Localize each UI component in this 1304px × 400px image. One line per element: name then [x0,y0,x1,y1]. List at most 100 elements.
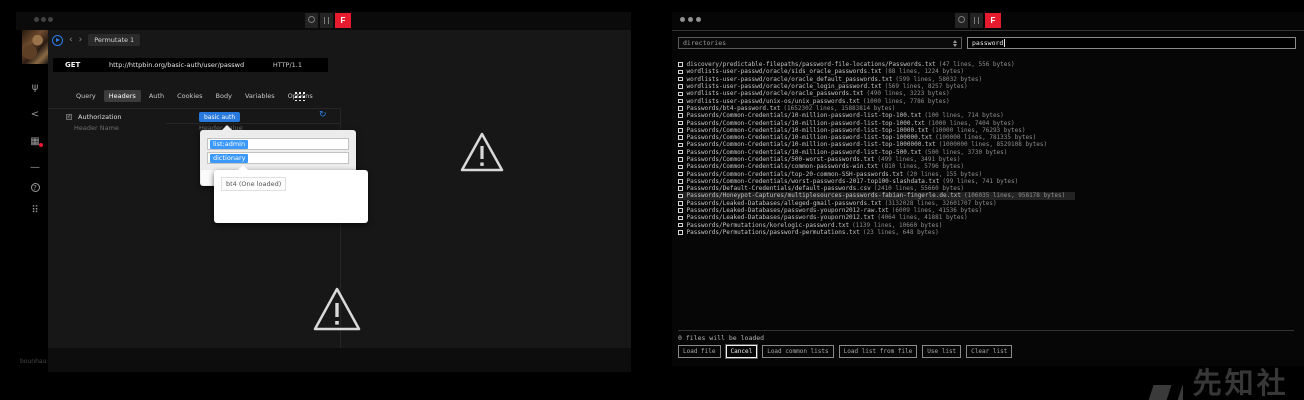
checkbox-icon[interactable] [678,91,683,97]
help-icon[interactable]: ? [22,182,48,193]
file-row[interactable]: Passwords/Common-Credentials/500-worst-p… [678,156,970,163]
checkbox-icon[interactable] [678,98,683,104]
dialog-button[interactable]: Load common lists [762,345,834,358]
checkbox-icon[interactable] [678,179,683,184]
dialog-button[interactable]: Use list [922,345,962,358]
text-cursor [1004,39,1006,47]
directory-filter-select[interactable]: directories [678,37,962,49]
request-tab[interactable]: Cookies [172,90,207,102]
dialog-button[interactable]: Load file [678,345,721,358]
file-row[interactable]: Passwords/Common-Credentials/worst-passw… [678,178,1028,185]
checkbox-icon[interactable] [678,230,683,235]
request-tab-chip[interactable]: Permutate 1 [88,34,141,46]
checkbox-icon[interactable] [678,222,683,228]
gear-icon-button[interactable] [305,13,318,28]
checkbox-icon[interactable] [678,135,683,140]
password-field[interactable]: dictionary [207,152,349,164]
request-tab[interactable]: Variables [240,90,280,102]
nav-back-icon[interactable]: ‹ [69,34,73,46]
proxy-extension-button[interactable]: F [335,13,351,28]
file-path: Passwords/Common-Credentials/10-million-… [686,112,922,120]
antenna-icon[interactable]: ψ [22,82,48,93]
checkbox-icon[interactable] [678,120,683,126]
checkbox-icon[interactable] [678,171,683,177]
http-method[interactable]: GET [65,61,80,69]
collapse-icon[interactable]: — [22,162,48,173]
suggestion-item[interactable]: bt4 (One loaded) [221,177,287,191]
share-icon[interactable]: < [22,109,48,120]
checkbox-icon[interactable] [678,69,683,75]
header-enabled-checkbox[interactable]: ✓ [66,114,72,120]
dialog-button[interactable]: Cancel [725,345,758,358]
checkbox-icon[interactable] [678,62,683,67]
checkbox-icon[interactable] [678,215,683,221]
file-row[interactable]: Passwords/Common-Credentials/10-million-… [678,141,1057,148]
checkbox-icon[interactable] [678,142,683,148]
checkbox-icon[interactable] [678,113,683,118]
file-row[interactable]: Passwords/Common-Credentials/common-pass… [678,163,974,170]
proxy-extension-button[interactable]: F [985,13,1001,28]
file-row[interactable]: wordlists-user-passwd/oracle/oracle_pass… [678,90,960,97]
checkbox-icon[interactable] [678,186,683,191]
traffic-light-minimize[interactable] [41,17,46,22]
dialog-button[interactable]: Clear list [966,345,1013,358]
file-row[interactable]: Passwords/Common-Credentials/10-million-… [678,112,1014,119]
checkbox-icon[interactable] [678,106,683,111]
file-row[interactable]: Passwords/Permutations/korelogic-passwor… [678,222,952,229]
file-row[interactable]: wordlists-user-passwd/oracle/oracle_defa… [678,76,992,83]
checkbox-icon[interactable] [678,208,683,213]
checkbox-icon[interactable] [678,164,683,170]
traffic-light-minimize[interactable] [688,17,693,22]
file-row[interactable]: Passwords/Common-Credentials/10-million-… [678,134,1046,141]
file-row[interactable]: Passwords/Leaked-Databases/passwords-you… [678,207,992,214]
file-row[interactable]: Passwords/Default-Credentials/default-pa… [678,185,974,192]
file-path: Passwords/Common-Credentials/worst-passw… [686,177,940,185]
avatar[interactable] [22,30,48,64]
apps-grid-icon[interactable]: ▦ [22,136,48,147]
tab-overflow-grid-icon[interactable] [293,90,305,101]
username-field[interactable]: list:admin [207,138,349,150]
request-tab[interactable]: Body [211,90,237,102]
traffic-light-close[interactable] [34,17,39,22]
request-tab[interactable]: Query [71,90,101,102]
pause-icon-button[interactable] [970,13,983,28]
checkbox-icon[interactable] [678,157,683,162]
dialog-button[interactable]: Load list from file [838,345,918,358]
file-row[interactable]: Passwords/Common-Credentials/10-million-… [678,127,1035,134]
send-request-play-button[interactable] [52,34,63,46]
dots-grid-icon[interactable]: ⠿ [22,205,48,216]
file-row[interactable]: Passwords/Leaked-Databases/alleged-gmail… [678,200,1007,207]
request-url[interactable]: http://httpbin.org/basic-auth/user/passw… [109,61,244,69]
checkbox-icon[interactable] [678,84,683,89]
pause-icon-button[interactable] [320,13,333,28]
file-row[interactable]: wordlists-user-passwd/oracle/sids_oracle… [678,68,974,75]
file-row[interactable]: Passwords/Honeypot-Captures/multiplesour… [678,192,1076,200]
file-row[interactable]: Passwords/Common-Credentials/top-20-comm… [678,170,992,178]
file-row[interactable]: Passwords/Common-Credentials/10-million-… [678,119,1025,127]
traffic-light-zoom[interactable] [696,17,701,22]
search-input[interactable]: password [967,37,1296,49]
nav-forward-icon[interactable]: › [79,34,83,46]
checkbox-icon[interactable] [678,201,683,206]
traffic-light-zoom[interactable] [48,17,53,22]
file-row[interactable]: wordlists-user-passwd/oracle/oracle_logi… [678,83,978,90]
request-tab[interactable]: Auth [144,90,169,102]
gear-icon-button[interactable] [955,13,968,28]
file-row[interactable]: wordlists-user-passwd/unix-os/unix_passw… [678,97,960,105]
file-row[interactable]: Passwords/Common-Credentials/10-million-… [678,149,1017,156]
traffic-light-close[interactable] [680,17,685,22]
header-value-chip[interactable]: basic auth [199,112,241,122]
checkbox-icon[interactable] [678,128,683,133]
request-tab[interactable]: Headers [103,89,141,102]
header-name-placeholder[interactable]: Header Name [74,124,119,132]
checkbox-icon[interactable] [678,149,683,155]
url-bar[interactable]: GET http://httpbin.org/basic-auth/user/p… [53,58,328,72]
checkbox-icon[interactable] [678,76,683,82]
checkbox-icon[interactable] [678,193,683,199]
header-name[interactable]: Authorization [78,113,122,121]
file-row[interactable]: Passwords/bt4-password.txt (1652302 line… [678,105,905,112]
file-row[interactable]: discovery/predictable-filepaths/password… [678,61,1025,68]
refresh-icon[interactable]: ↻ [319,110,327,120]
file-row[interactable]: Passwords/Leaked-Databases/passwords-you… [678,214,978,221]
file-row[interactable]: Passwords/Permutations/password-permutat… [678,229,949,236]
